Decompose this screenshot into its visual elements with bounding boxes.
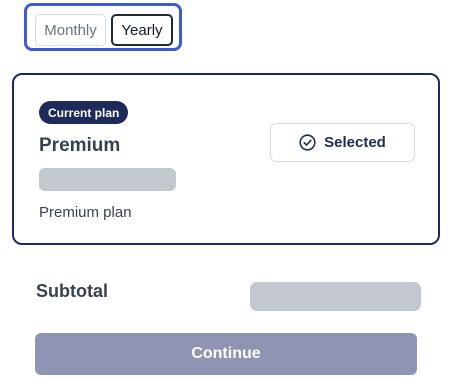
check-circle-icon [299,134,316,151]
plan-card-premium[interactable]: Current plan Premium Premium plan Select… [12,73,440,245]
selected-button[interactable]: Selected [270,123,415,162]
subtotal-amount-skeleton [250,282,421,311]
plan-price-skeleton [39,168,176,191]
plan-selection-page: Monthly Yearly Current plan Premium Prem… [0,0,456,388]
subtotal-label: Subtotal [36,281,108,301]
continue-button[interactable]: Continue [35,333,417,375]
yearly-option-button[interactable]: Yearly [111,14,173,46]
selected-button-label: Selected [324,134,386,151]
plan-name: Premium [39,135,121,156]
monthly-option-button[interactable]: Monthly [35,14,106,46]
current-plan-badge: Current plan [39,101,129,124]
billing-period-toggle: Monthly Yearly [24,3,182,51]
plan-description: Premium plan [39,204,132,221]
